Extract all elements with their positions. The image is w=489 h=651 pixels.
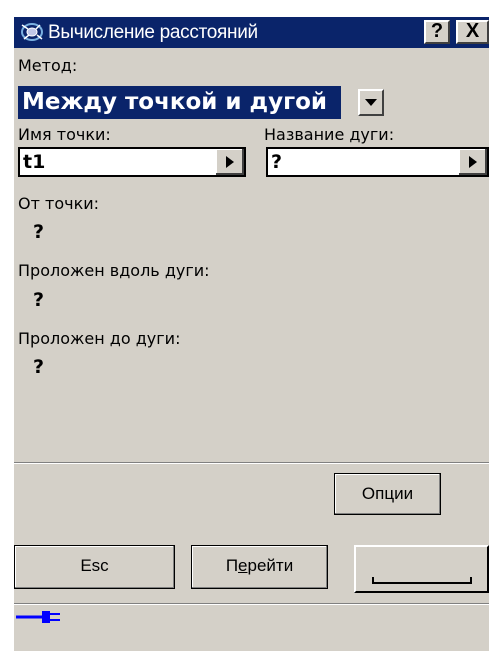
status-divider xyxy=(14,603,489,605)
goto-label-start: П xyxy=(225,556,239,575)
from-point-value: ? xyxy=(33,221,45,243)
chevron-down-icon xyxy=(365,99,377,106)
help-button[interactable]: ? xyxy=(424,20,450,44)
goto-button[interactable]: Перейти xyxy=(191,545,328,589)
point-name-value: t1 xyxy=(23,151,46,173)
goto-label-mnemonic: е xyxy=(238,556,248,575)
app-icon xyxy=(20,21,46,43)
power-plug-icon xyxy=(16,609,66,625)
arc-name-value: ? xyxy=(271,151,283,173)
window-title: Вычисление расстояний xyxy=(48,22,258,43)
method-dropdown-button[interactable] xyxy=(358,89,384,116)
point-name-field[interactable]: t1 xyxy=(18,147,246,177)
title-bar: Вычисление расстояний ? X xyxy=(14,17,489,48)
softkey-button[interactable] xyxy=(354,545,489,593)
arc-name-label: Название дуги: xyxy=(264,125,395,144)
close-button[interactable]: X xyxy=(456,20,489,44)
from-point-label: От точки: xyxy=(18,194,100,213)
esc-button[interactable]: Esc xyxy=(14,545,175,589)
point-name-select-button[interactable] xyxy=(214,149,244,175)
arrow-right-icon xyxy=(469,156,477,168)
options-button[interactable]: Опции xyxy=(334,473,441,515)
to-arc-label: Проложен до дуги: xyxy=(18,329,181,348)
along-arc-label: Проложен вдоль дуги: xyxy=(18,261,210,280)
to-arc-value: ? xyxy=(33,356,45,378)
method-dropdown[interactable]: Между точкой и дугой xyxy=(18,86,341,119)
arc-name-field[interactable]: ? xyxy=(266,147,489,177)
arrow-right-icon xyxy=(226,156,234,168)
arc-name-select-button[interactable] xyxy=(457,149,487,175)
method-label: Метод: xyxy=(18,56,78,75)
point-name-label: Имя точки: xyxy=(18,125,111,144)
method-selected-value: Между точкой и дугой xyxy=(22,89,328,115)
distance-calc-window: Вычисление расстояний ? X Метод: Между т… xyxy=(14,17,489,651)
enter-key-icon xyxy=(372,577,472,584)
divider xyxy=(14,462,489,464)
goto-label-end: рейти xyxy=(247,556,294,575)
along-arc-value: ? xyxy=(33,289,45,311)
